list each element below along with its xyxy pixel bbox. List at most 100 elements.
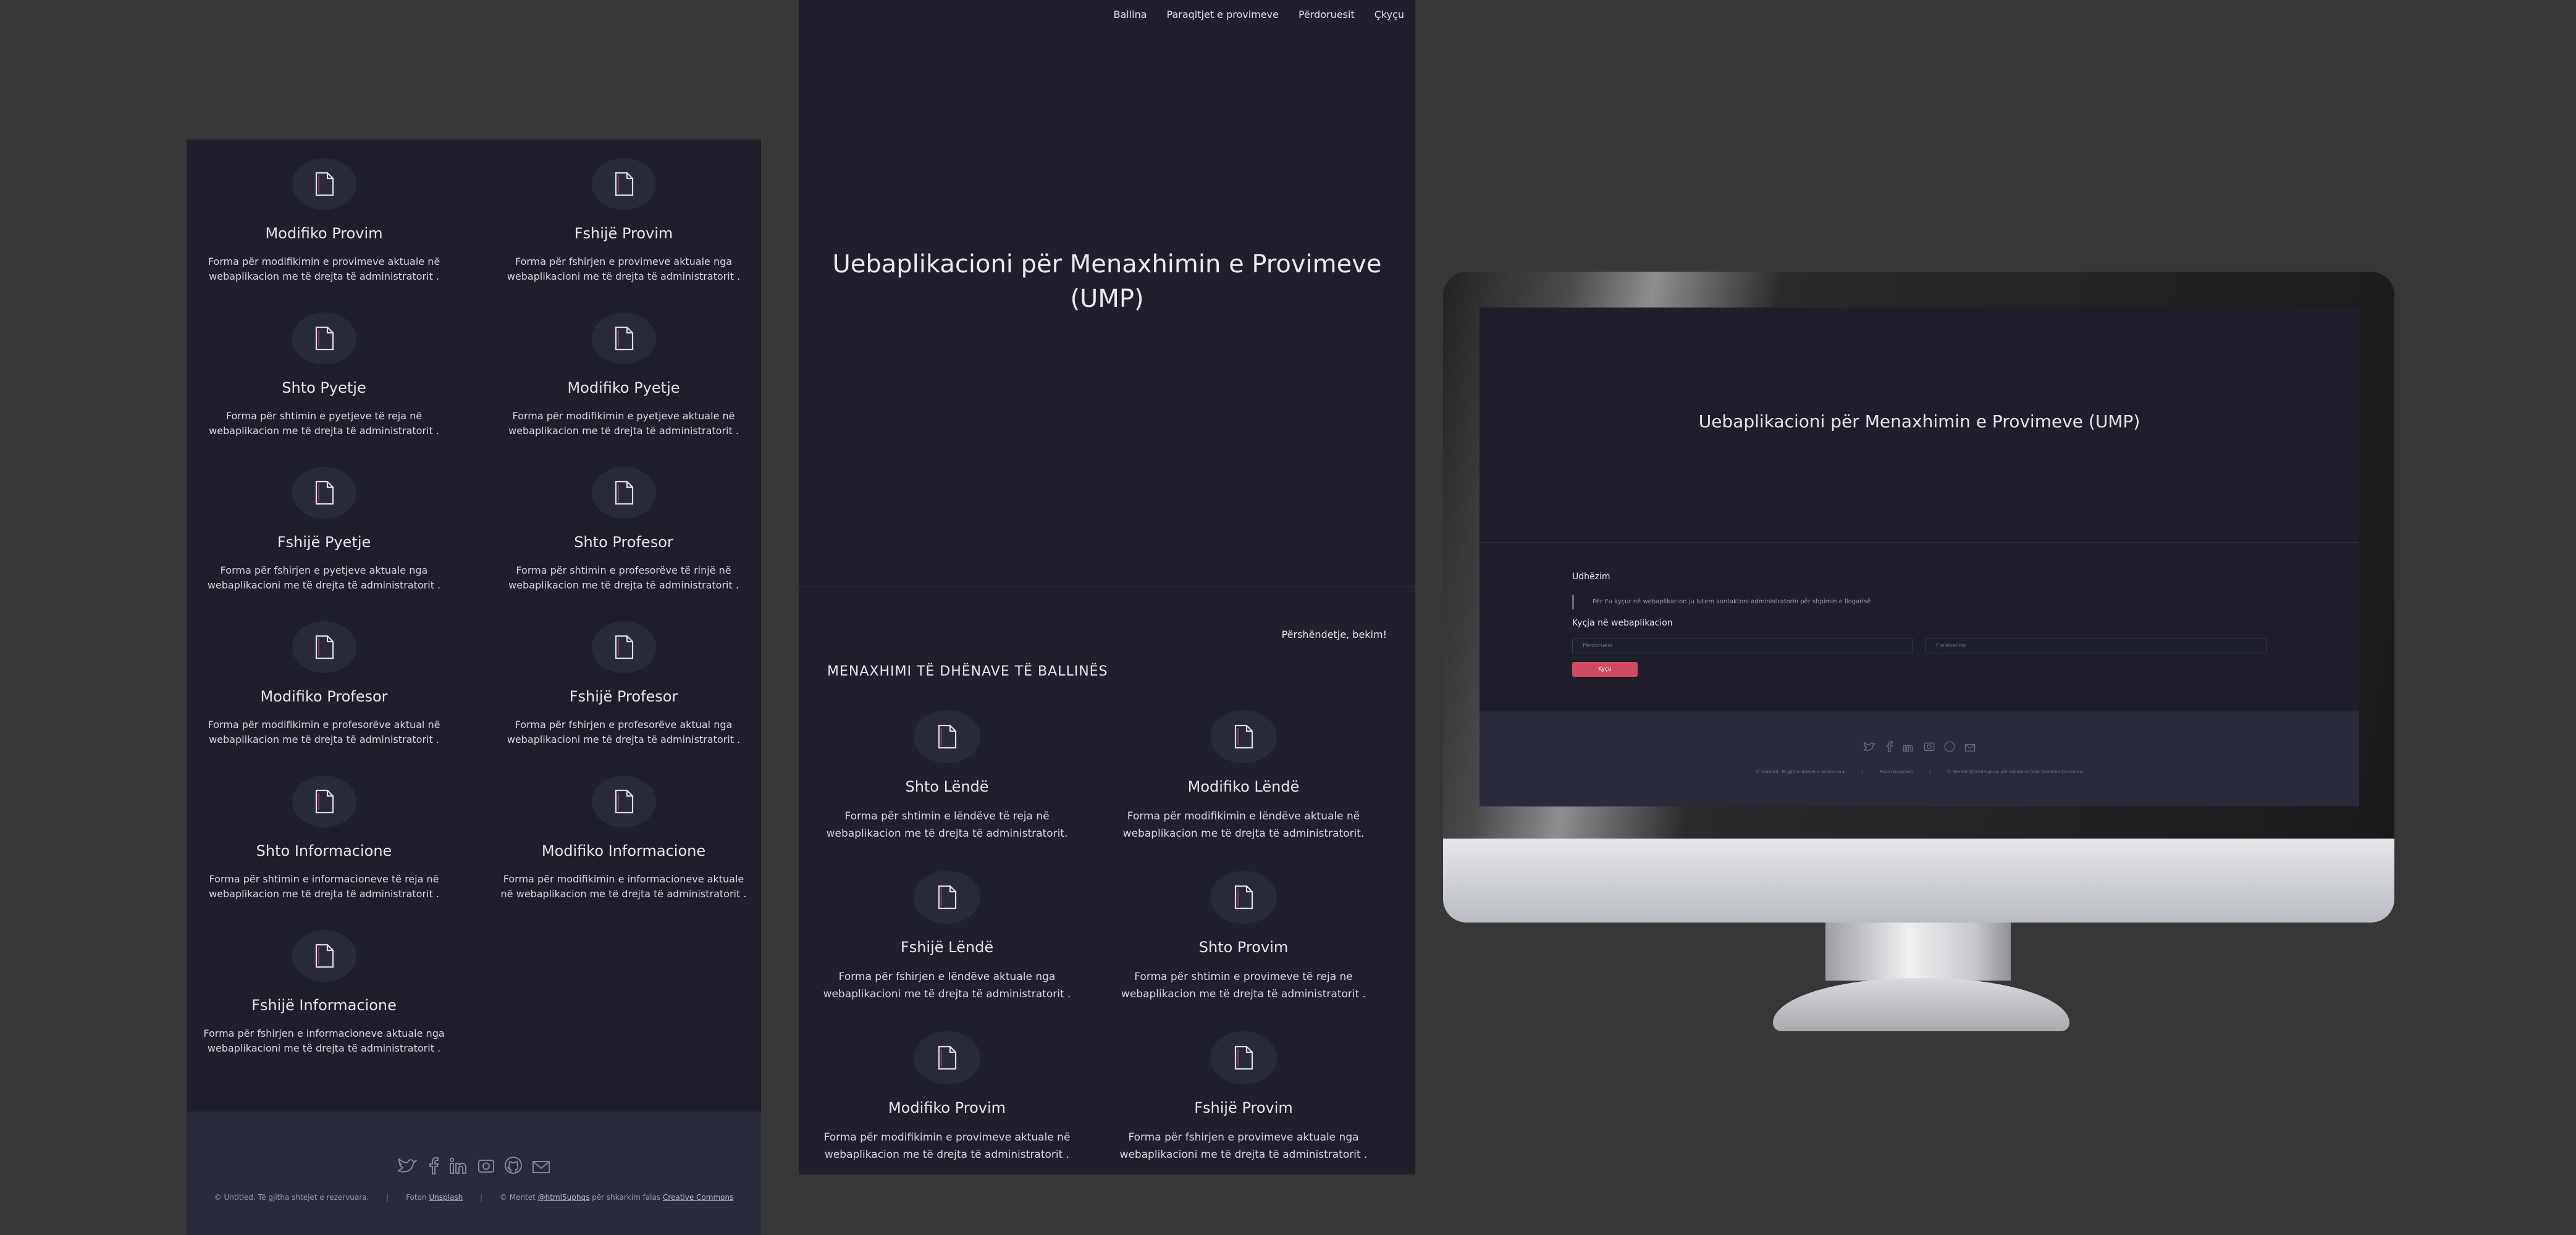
feature-card-title: Shto Informacione [256,842,392,860]
nav-item-users[interactable]: Përdoruesit [1299,9,1355,20]
feature-card[interactable]: Fshijë Provim Forma për fshirjen e provim… [486,158,761,312]
feature-card-description: Forma për modifikimin e lëndëve aktuale … [1122,810,1365,840]
imac-chin [1443,839,2394,923]
feature-card-description: Forma për shtimin e provimeve të reja ne… [1121,971,1366,1000]
screen-hero-title: Uebaplikacioni për Menaxhimin e Provimev… [1698,411,2140,432]
feature-card[interactable]: Modifiko Profesor Forma për modifikimin e… [187,621,461,776]
document-icon [1210,1031,1277,1084]
feature-card-description: Forma për fshirjen e informacioneve aktu… [203,1028,445,1054]
feature-card[interactable]: Shto Informacione Forma për shtimin e inf… [187,776,461,930]
document-icon [1210,871,1277,924]
document-icon [591,776,656,827]
feature-card[interactable]: Fshijë Profesor Forma për fshirjen e prof… [486,621,761,776]
guide-note: Për t'u kyçur në webaplikacion ju lutem … [1572,595,1871,609]
feature-card-title: Modifiko Pyetje [567,379,680,396]
feature-card[interactable]: Fshijë Informacione Forma për fshirjen e … [187,930,461,1084]
feature-card[interactable]: Shto Provim Forma për shtimin e provimeve… [1095,871,1392,1031]
feature-card[interactable]: Modifiko Informacione Forma për modifikim… [486,776,761,930]
facebook-icon[interactable] [426,1157,440,1177]
login-button[interactable]: Kyçu [1572,662,1638,677]
nav-item-exam-registrations[interactable]: Paraqitjet e provimeve [1167,9,1279,20]
feature-card[interactable]: Modifiko Provim Forma për modifikimin e p… [799,1031,1095,1174]
feature-card-title: Shto Pyetje [282,379,366,396]
left-footer: © Untitled. Të gjitha shtejet e rezervua… [187,1112,761,1235]
document-icon [914,871,980,924]
camera-icon[interactable] [1924,741,1935,755]
hero-title-line-1: Uebaplikacioni për Menaxhimin e Provimev… [832,250,1382,278]
feature-card-title: Fshijë Provim [574,225,673,242]
left-page-screenshot: Modifiko Provim Forma për modifikimin e p… [187,140,761,1235]
feature-card-description: Forma për modifikimin e provimeve aktual… [823,1131,1071,1161]
mail-icon[interactable] [1964,743,1976,755]
document-icon [292,930,356,982]
feature-card-title: Shto Provim [1198,939,1289,956]
section-title: MENAXHIMI TË DHËNAVE TË BALLINËS [827,664,1108,679]
twitter-icon[interactable] [397,1158,418,1177]
imac-stand-neck [1825,923,2011,981]
feature-card-description: Forma për fshirjen e pyetjeve aktuale ng… [207,564,441,591]
document-icon [591,312,656,364]
feature-card[interactable]: Modifiko Pyetje Forma për modifikimin e p… [486,312,761,467]
feature-card-description: Forma për shtimin e profesorëve të rinjë… [508,564,739,591]
linkedin-icon[interactable] [449,1157,468,1177]
feature-card-title: Shto Lëndë [905,778,989,795]
imac-stand-base [1773,978,2069,1031]
github-icon[interactable] [1944,741,1955,755]
feature-card-description: Forma për fshirjen e lëndëve aktuale nga… [823,971,1071,1000]
feature-card[interactable]: Modifiko Lëndë Forma për modifikimin e lë… [1095,710,1392,871]
html5up-link[interactable]: @html5uphqs [538,1193,590,1202]
hero-title: Uebaplikacioni për Menaxhimin e Provimev… [799,247,1415,316]
feature-card[interactable]: Shto Pyetje Forma për shtimin e pyetjeve … [187,312,461,467]
feature-card[interactable]: Modifiko Provim Forma për modifikimin e p… [187,158,461,312]
feature-card[interactable]: Shto Profesor Forma për shtimin e profeso… [486,467,761,621]
nav-item-logout[interactable]: Çkyçu [1374,9,1404,20]
feature-card[interactable]: Shto Lëndë Forma për shtimin e lëndëve të… [799,710,1095,871]
feature-card-title: Fshijë Pyetje [277,534,371,551]
feature-card[interactable]: Fshijë Provim Forma për fshirjen e provim… [1095,1031,1392,1174]
password-input[interactable]: Fjalëkalimi [1926,638,2267,653]
feature-card-title: Shto Profesor [574,534,673,551]
login-label: Kyçja në webaplikacion [1572,618,1673,628]
screen-footer: © Untitled. Të gjitha shtejet e rezervua… [1480,711,2359,806]
feature-card-title: Modifiko Provim [265,225,383,242]
left-social-icons [187,1156,761,1177]
screen-photos-text: Foton Unsplash [1879,769,1913,774]
copyright-text: © Untitled. Të gjitha shtejet e rezervua… [214,1193,369,1202]
feature-card-title: Fshijë Lëndë [900,939,994,956]
feature-card-description: Forma për shtimin e lëndëve të reja në w… [826,810,1068,840]
screen-design-credit: © Mentet @html5uphqs për shkarkim falas … [1947,769,2084,774]
mail-icon[interactable] [532,1160,550,1177]
feature-card-description: Forma për modifikimin e informacioneve a… [500,873,747,900]
photos-text: Foton [406,1193,427,1202]
camera-icon[interactable] [478,1157,495,1177]
feature-card[interactable]: Fshijë Pyetje Forma për fshirjen e pyetje… [187,467,461,621]
document-icon [292,776,356,827]
feature-card-title: Modifiko Lëndë [1187,778,1300,795]
document-icon [292,158,356,210]
feature-card-title: Modifiko Profesor [260,688,388,705]
feature-card-description: Forma për fshirjen e profesorëve aktual … [507,719,741,745]
screen-copyright-text: © Untitled. Të gjitha shtejet e rezervua… [1755,769,1846,774]
unsplash-link[interactable]: Unsplash [429,1193,463,1202]
greeting-text: Përshëndetje, bekim! [1281,629,1387,640]
feature-card-description: Forma për fshirjen e provimeve aktuale n… [507,256,741,282]
github-icon[interactable] [504,1156,523,1177]
linkedin-icon[interactable] [1903,742,1914,755]
document-icon [292,621,356,673]
feature-card-title: Modifiko Informacione [541,842,706,860]
feature-card-title: Modifiko Provim [888,1099,1006,1116]
username-input[interactable]: Përdoruesi [1572,638,1913,653]
screen-social-icons [1480,741,2359,755]
creative-commons-link[interactable]: Creative Commons [663,1193,733,1202]
nav-item-ballina[interactable]: Ballina [1113,9,1147,20]
twitter-icon[interactable] [1863,742,1876,755]
left-footer-links: © Untitled. Të gjitha shtejet e rezervua… [214,1193,734,1202]
design-credit-prefix: © Mentet [499,1193,536,1202]
feature-card-description: Forma për fshirjen e provimeve aktuale n… [1119,1131,1368,1161]
feature-card-description: Forma për modifikimin e profesorëve aktu… [208,719,440,745]
top-nav: Ballina Paraqitjet e provimeve Përdorues… [1113,9,1404,20]
facebook-icon[interactable] [1885,741,1893,755]
feature-card[interactable]: Fshijë Lëndë Forma për fshirjen e lëndëve… [799,871,1095,1031]
document-icon [591,621,656,673]
feature-card-title: Fshijë Provim [1194,1099,1293,1116]
